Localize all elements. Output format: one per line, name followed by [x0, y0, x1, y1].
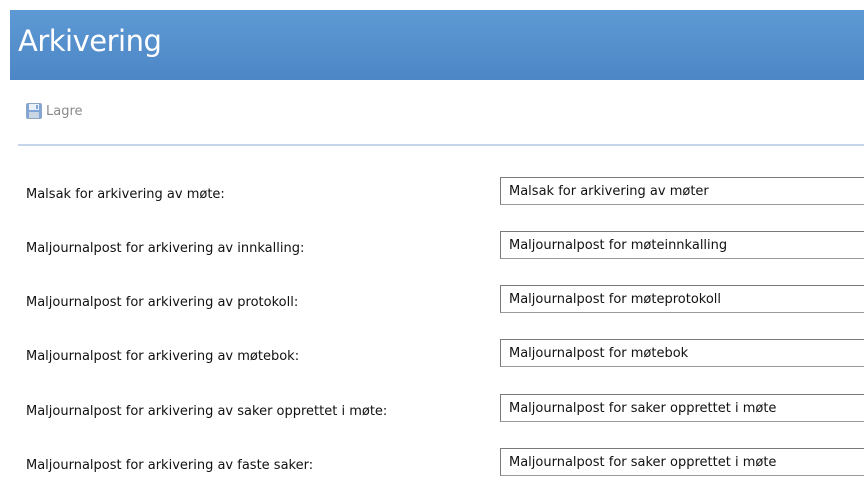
field-input-innkalling[interactable]: [500, 231, 864, 259]
save-icon: [26, 103, 42, 119]
field-label-malsak-mote: Malsak for arkivering av møte:: [26, 187, 225, 202]
field-label-innkalling: Maljournalpost for arkivering av innkall…: [26, 241, 305, 256]
field-input-motebok[interactable]: [500, 339, 864, 367]
field-input-malsak-mote[interactable]: [500, 177, 864, 205]
field-input-saker-opprettet[interactable]: [500, 394, 864, 422]
field-input-faste-saker[interactable]: [500, 448, 864, 476]
page-title: Arkivering: [18, 24, 162, 58]
field-input-protokoll[interactable]: [500, 285, 864, 313]
archiving-settings-page: Arkivering Lagre Malsak for arkivering a…: [0, 0, 864, 481]
field-label-motebok: Maljournalpost for arkivering av møtebok…: [26, 349, 300, 364]
toolbar-divider: [18, 144, 864, 146]
save-button-label: Lagre: [46, 103, 83, 119]
title-bar: Arkivering: [10, 10, 864, 80]
field-label-protokoll: Maljournalpost for arkivering av protoko…: [26, 295, 299, 310]
field-label-faste-saker: Maljournalpost for arkivering av faste s…: [26, 458, 314, 473]
field-label-saker-opprettet: Maljournalpost for arkivering av saker o…: [26, 404, 388, 419]
save-button[interactable]: Lagre: [26, 101, 83, 121]
